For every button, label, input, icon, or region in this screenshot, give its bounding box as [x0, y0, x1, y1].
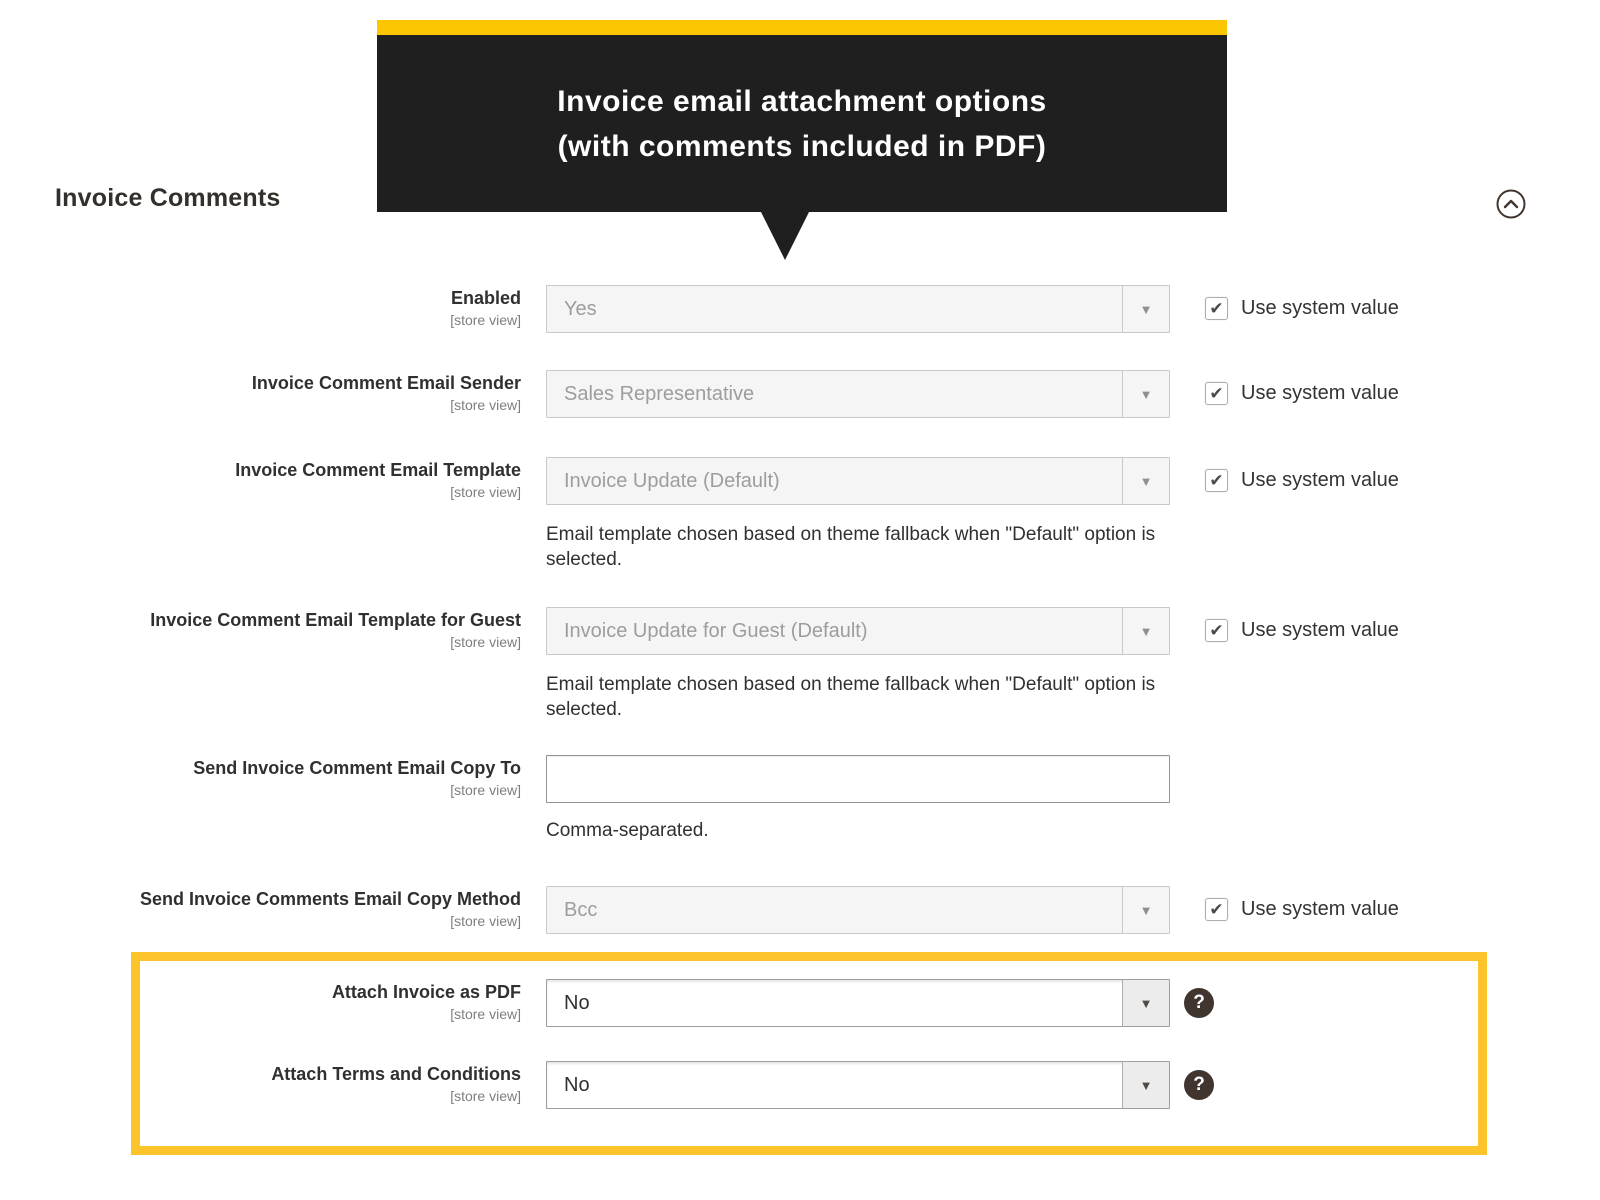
callout-text: Invoice email attachment options (with c…	[377, 35, 1227, 212]
use-system-value-label: Use system value	[1241, 297, 1399, 319]
use-system-value-checkbox[interactable]: ✔ Use system value	[1205, 382, 1399, 405]
guest-email-template-select[interactable]: Invoice Update for Guest (Default) ▼	[546, 607, 1170, 655]
checkbox-checked-icon: ✔	[1205, 898, 1228, 921]
field-note: Comma-separated.	[546, 820, 709, 841]
select-value: Bcc	[564, 899, 598, 921]
email-copy-to-input[interactable]	[546, 755, 1170, 803]
collapse-section-button[interactable]	[1495, 188, 1527, 220]
select-value: No	[564, 992, 590, 1014]
field-scope: [store view]	[450, 312, 521, 328]
field-label: Attach Invoice as PDF	[331, 982, 521, 1002]
use-system-value-checkbox[interactable]: ✔ Use system value	[1205, 898, 1399, 921]
use-system-value-checkbox[interactable]: ✔ Use system value	[1205, 619, 1399, 642]
select-value: Invoice Update for Guest (Default)	[564, 620, 868, 642]
callout-line-1: Invoice email attachment options	[557, 84, 1047, 118]
field-label: Invoice Comment Email Template	[235, 460, 521, 480]
field-scope: [store view]	[450, 1088, 521, 1104]
use-system-value-label: Use system value	[1241, 898, 1399, 920]
select-value: Sales Representative	[564, 383, 755, 405]
use-system-value-checkbox[interactable]: ✔ Use system value	[1205, 297, 1399, 320]
checkbox-checked-icon: ✔	[1205, 469, 1228, 492]
chevron-up-icon	[1495, 189, 1527, 223]
use-system-value-label: Use system value	[1241, 619, 1399, 641]
field-scope: [store view]	[450, 634, 521, 650]
enabled-select[interactable]: Yes ▼	[546, 285, 1170, 333]
section-title: Invoice Comments	[55, 184, 281, 212]
field-scope: [store view]	[450, 782, 521, 798]
field-scope: [store view]	[450, 484, 521, 500]
dropdown-arrow-icon: ▼	[1122, 887, 1169, 933]
select-value: Yes	[564, 298, 597, 320]
field-scope: [store view]	[450, 1006, 521, 1022]
copy-method-select[interactable]: Bcc ▼	[546, 886, 1170, 934]
field-label: Attach Terms and Conditions	[271, 1064, 521, 1084]
field-label: Invoice Comment Email Sender	[251, 373, 521, 393]
help-tooltip-icon[interactable]: ?	[1184, 988, 1214, 1018]
use-system-value-checkbox[interactable]: ✔ Use system value	[1205, 469, 1399, 492]
checkbox-checked-icon: ✔	[1205, 382, 1228, 405]
callout-accent-bar	[377, 20, 1227, 35]
dropdown-arrow-icon: ▼	[1122, 1062, 1169, 1108]
checkbox-checked-icon: ✔	[1205, 297, 1228, 320]
attach-terms-select[interactable]: No ▼	[546, 1061, 1170, 1109]
field-scope: [store view]	[450, 913, 521, 929]
dropdown-arrow-icon: ▼	[1122, 608, 1169, 654]
use-system-value-label: Use system value	[1241, 382, 1399, 404]
field-label: Invoice Comment Email Template for Guest	[150, 610, 521, 630]
checkbox-checked-icon: ✔	[1205, 619, 1228, 642]
field-note: Email template chosen based on theme fal…	[546, 674, 1156, 720]
attach-pdf-select[interactable]: No ▼	[546, 979, 1170, 1027]
dropdown-arrow-icon: ▼	[1122, 371, 1169, 417]
annotation-callout: Invoice email attachment options (with c…	[377, 20, 1227, 260]
callout-pointer	[761, 212, 809, 260]
email-template-select[interactable]: Invoice Update (Default) ▼	[546, 457, 1170, 505]
field-scope: [store view]	[450, 397, 521, 413]
invoice-comments-settings-page: Invoice email attachment options (with c…	[0, 0, 1600, 1200]
dropdown-arrow-icon: ▼	[1122, 980, 1169, 1026]
field-label: Send Invoice Comment Email Copy To	[193, 758, 521, 778]
use-system-value-label: Use system value	[1241, 469, 1399, 491]
field-label: Send Invoice Comments Email Copy Method	[139, 889, 521, 909]
field-label: Enabled	[450, 288, 521, 308]
select-value: No	[564, 1074, 590, 1096]
help-tooltip-icon[interactable]: ?	[1184, 1070, 1214, 1100]
field-note: Email template chosen based on theme fal…	[546, 524, 1156, 570]
dropdown-arrow-icon: ▼	[1122, 286, 1169, 332]
callout-line-2: (with comments included in PDF)	[557, 129, 1047, 163]
select-value: Invoice Update (Default)	[564, 470, 780, 492]
email-sender-select[interactable]: Sales Representative ▼	[546, 370, 1170, 418]
dropdown-arrow-icon: ▼	[1122, 458, 1169, 504]
